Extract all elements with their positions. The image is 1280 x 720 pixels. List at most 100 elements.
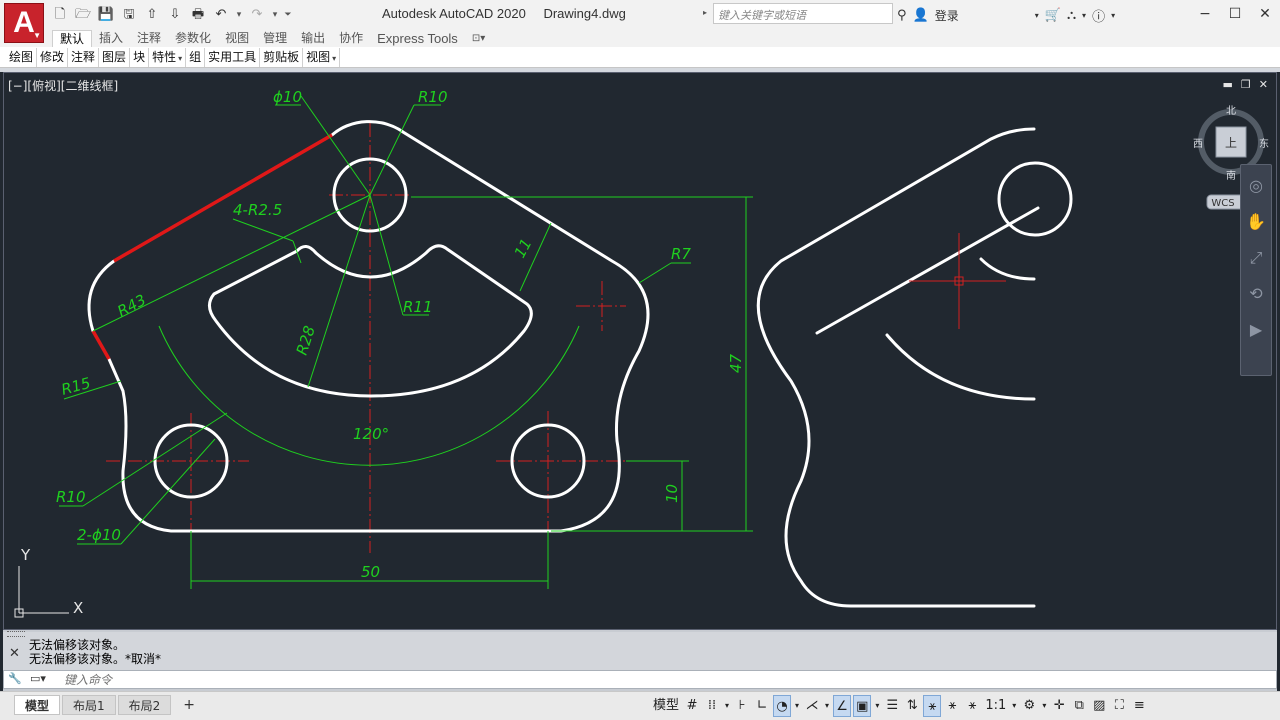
infer-constraints-icon[interactable]: ⊦ [733, 695, 751, 717]
help-icon[interactable]: ⓘ [1092, 6, 1105, 25]
panel-view[interactable]: 视图 ▾ [303, 48, 341, 67]
viewport-minimize-icon[interactable]: ▬ [1223, 78, 1233, 91]
zoom-extents-icon[interactable]: ⤢ [1241, 243, 1271, 273]
chevron-down-icon[interactable]: ▾ [1035, 11, 1039, 20]
object-snap-tracking-icon[interactable]: ∠ [833, 695, 852, 717]
undo-icon[interactable]: ↶ [211, 6, 231, 24]
customization-icon[interactable]: ≡ [1130, 695, 1148, 717]
steering-wheel-icon[interactable]: ◎ [1241, 171, 1271, 201]
search-expand-icon[interactable]: ▸ [703, 8, 707, 17]
isolate-objects-icon[interactable]: ⧉ [1070, 695, 1088, 717]
viewport-restore-icon[interactable]: ❐ [1241, 78, 1251, 91]
viewcube-south[interactable]: 南 [1226, 169, 1236, 182]
tab-output[interactable]: 输出 [294, 30, 332, 47]
polar-tracking-icon[interactable]: ◔ [773, 695, 792, 717]
isometric-drafting-icon[interactable]: ⋌ [803, 695, 821, 717]
viewcube-north[interactable]: 北 [1226, 105, 1236, 117]
search-input[interactable]: 键入关键字或短语 [713, 3, 893, 24]
tab-model[interactable]: 模型 [14, 695, 61, 715]
tab-default[interactable]: 默认 [52, 30, 93, 47]
ribbon-minimize-icon[interactable]: ⊡▾ [465, 30, 492, 47]
autodesk-a360-icon[interactable]: ⛬ [1067, 8, 1076, 23]
viewport-close-icon[interactable]: ✕ [1259, 78, 1268, 91]
annotation-scale-icon[interactable]: ⚹ [963, 695, 981, 717]
tab-layout1[interactable]: 布局1 [62, 695, 116, 715]
viewport-controls-label[interactable]: [−][俯视][二维线框] [8, 77, 118, 94]
undo-dropdown-icon[interactable]: ▾ [234, 10, 244, 20]
minimize-icon[interactable]: − [1190, 0, 1220, 28]
tab-express-tools[interactable]: Express Tools [370, 30, 465, 47]
command-close-icon[interactable]: ✕ [9, 646, 20, 661]
panel-properties[interactable]: 特性 ▾ [149, 48, 187, 67]
wrench-icon[interactable]: 🔧 [8, 672, 22, 685]
panel-groups[interactable]: 组 [186, 48, 206, 67]
panel-draw[interactable]: 绘图 [6, 48, 38, 67]
object-snap-icon[interactable]: ▣ [853, 695, 872, 717]
workspace-gear-icon[interactable]: ⚙ [1020, 695, 1038, 717]
application-menu-button[interactable]: A ▼ [4, 3, 44, 43]
tab-parametric[interactable]: 参数化 [168, 30, 218, 47]
showmotion-icon[interactable]: ▶ [1241, 315, 1271, 345]
snap-mode-icon[interactable]: ⁞⁞ [703, 695, 721, 717]
web-mobile-save-icon[interactable]: ⇩ [165, 6, 185, 24]
panel-clipboard[interactable]: 剪贴板 [260, 48, 304, 67]
command-input[interactable] [64, 672, 1164, 687]
maximize-icon[interactable]: ☐ [1220, 0, 1250, 28]
lineweight-icon[interactable]: ☰ [883, 695, 901, 717]
chevron-down-icon[interactable]: ▾ [873, 695, 881, 717]
annotation-monitor-icon[interactable]: ✛ [1050, 695, 1068, 717]
new-file-icon[interactable]: 🗋 [50, 6, 70, 24]
redo-dropdown-icon[interactable]: ▾ [270, 10, 280, 20]
model-space-button[interactable]: 模型 [651, 695, 681, 717]
auto-scale-icon[interactable]: ⚹ [943, 695, 961, 717]
chevron-down-icon[interactable]: ▾ [1082, 11, 1086, 20]
graphics-performance-icon[interactable]: ▨ [1090, 695, 1108, 717]
tab-layout2[interactable]: 布局2 [117, 695, 172, 715]
redo-icon[interactable]: ↷ [247, 6, 267, 24]
add-layout-icon[interactable]: + [173, 695, 205, 715]
chevron-down-icon[interactable]: ▾ [723, 695, 731, 717]
panel-annotation[interactable]: 注释 [68, 48, 100, 67]
web-mobile-open-icon[interactable]: ⇧ [142, 6, 162, 24]
panel-utilities[interactable]: 实用工具 [205, 48, 261, 67]
chevron-down-icon[interactable]: ▾ [793, 695, 801, 717]
chevron-down-icon[interactable]: ▾ [1010, 695, 1018, 717]
tab-manage[interactable]: 管理 [256, 30, 294, 47]
user-icon[interactable]: 👤 [913, 8, 929, 23]
orbit-icon[interactable]: ⟲ [1241, 279, 1271, 309]
tab-view[interactable]: 视图 [218, 30, 256, 47]
command-grip-handle[interactable] [7, 631, 25, 637]
cart-icon[interactable]: 🛒 [1045, 8, 1061, 23]
annotation-scale-value[interactable]: 1:1 [983, 695, 1008, 717]
annotation-visibility-icon[interactable]: ⚹ [923, 695, 942, 717]
close-icon[interactable]: ✕ [1250, 0, 1280, 28]
selected-arc-segment[interactable] [91, 330, 111, 360]
ortho-icon[interactable]: ∟ [753, 695, 771, 717]
tab-collaborate[interactable]: 协作 [332, 30, 370, 47]
panel-layers[interactable]: 图层 [99, 48, 131, 67]
grid-icon[interactable]: # [683, 695, 701, 717]
drawing-viewport[interactable]: ϕ10 R10 4-R2.5 R43 R28 R11 11 R7 R15 120… [3, 72, 1277, 630]
tab-insert[interactable]: 插入 [92, 30, 130, 47]
drawing-canvas[interactable]: ϕ10 R10 4-R2.5 R43 R28 R11 11 R7 R15 120… [4, 73, 1277, 630]
login-button[interactable]: 登录 [935, 7, 959, 24]
viewcube-east[interactable]: 东 [1259, 137, 1269, 150]
panel-block[interactable]: 块 [130, 48, 150, 67]
chevron-down-icon[interactable]: ▾ [823, 695, 831, 717]
viewcube-west[interactable]: 西 [1193, 139, 1203, 150]
chevron-down-icon[interactable]: ▾ [1040, 695, 1048, 717]
customize-qat-icon[interactable]: ⏷ [283, 10, 293, 20]
panel-modify[interactable]: 修改 [37, 48, 69, 67]
save-icon[interactable]: 💾 [96, 6, 116, 24]
selected-tangent-line[interactable] [113, 133, 333, 263]
save-as-icon[interactable]: 🖫 [119, 6, 139, 24]
tab-annotate[interactable]: 注释 [130, 30, 168, 47]
plot-icon[interactable]: 🖶 [188, 6, 208, 24]
binoculars-icon[interactable]: ⚲ [897, 8, 907, 23]
selection-cycling-icon[interactable]: ⇅ [903, 695, 921, 717]
open-file-icon[interactable]: 🗁 [73, 6, 93, 24]
pan-icon[interactable]: ✋ [1241, 207, 1271, 237]
command-recent-icon[interactable]: ▭▾ [30, 672, 46, 685]
selected-objects[interactable] [91, 133, 333, 360]
clean-screen-icon[interactable]: ⛶ [1110, 695, 1128, 717]
